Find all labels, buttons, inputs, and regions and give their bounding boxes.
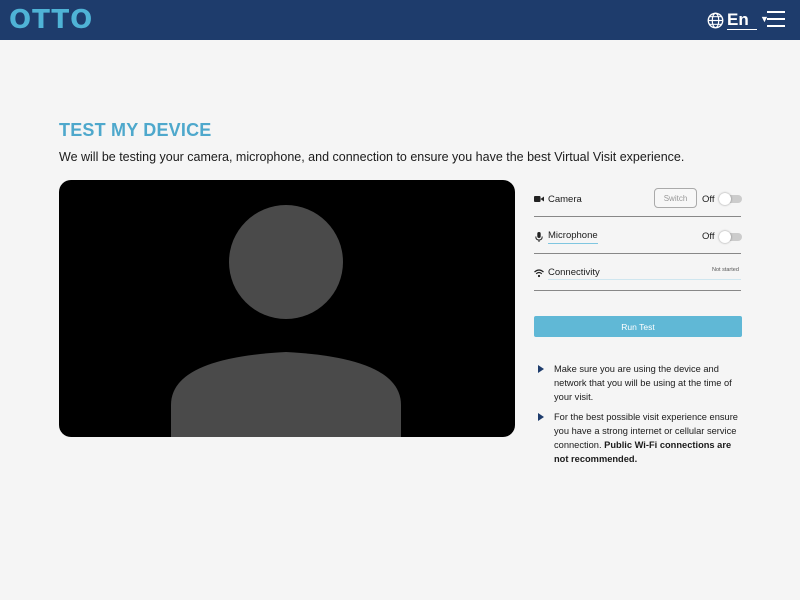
connectivity-progress-track — [548, 279, 741, 280]
language-code: En — [727, 10, 757, 30]
tips-list: Make sure you are using the device and n… — [538, 362, 748, 472]
otto-logo[interactable]: OTTO — [9, 5, 93, 35]
microphone-label: Microphone — [548, 230, 598, 241]
switch-camera-button[interactable]: Switch — [654, 188, 697, 208]
page-subtitle: We will be testing your camera, micropho… — [59, 150, 685, 164]
device-panel: Camera Switch Off Microphone Off Connect… — [534, 185, 742, 291]
connectivity-status: Not started — [712, 267, 739, 273]
bullet-arrow-icon — [538, 365, 544, 373]
microphone-level-line — [548, 243, 598, 244]
globe-icon — [707, 12, 724, 28]
page-title: TEST MY DEVICE — [59, 120, 212, 140]
microphone-state: Off — [702, 231, 715, 242]
top-bar: OTTO En ▼ — [0, 0, 800, 40]
hamburger-menu-icon[interactable] — [767, 11, 785, 27]
camera-icon — [534, 196, 544, 202]
list-item: Make sure you are using the device and n… — [538, 362, 748, 404]
microphone-icon — [535, 232, 543, 242]
bullet-arrow-icon — [538, 413, 544, 421]
camera-label: Camera — [548, 194, 582, 205]
microphone-row: Microphone Off — [534, 217, 742, 254]
language-selector[interactable]: En ▼ — [707, 9, 769, 31]
camera-state: Off — [702, 194, 715, 205]
connectivity-row: Connectivity Not started — [534, 254, 741, 291]
tip-text: Make sure you are using the device and n… — [554, 364, 732, 402]
camera-row: Camera Switch Off — [534, 185, 742, 217]
wifi-icon — [534, 269, 544, 278]
connectivity-label: Connectivity — [548, 267, 600, 278]
microphone-toggle[interactable] — [719, 231, 742, 243]
camera-preview — [59, 180, 515, 437]
person-silhouette-icon — [171, 205, 401, 437]
camera-toggle[interactable] — [719, 193, 742, 205]
list-item: For the best possible visit experience e… — [538, 410, 748, 466]
run-test-button[interactable]: Run Test — [534, 316, 742, 337]
